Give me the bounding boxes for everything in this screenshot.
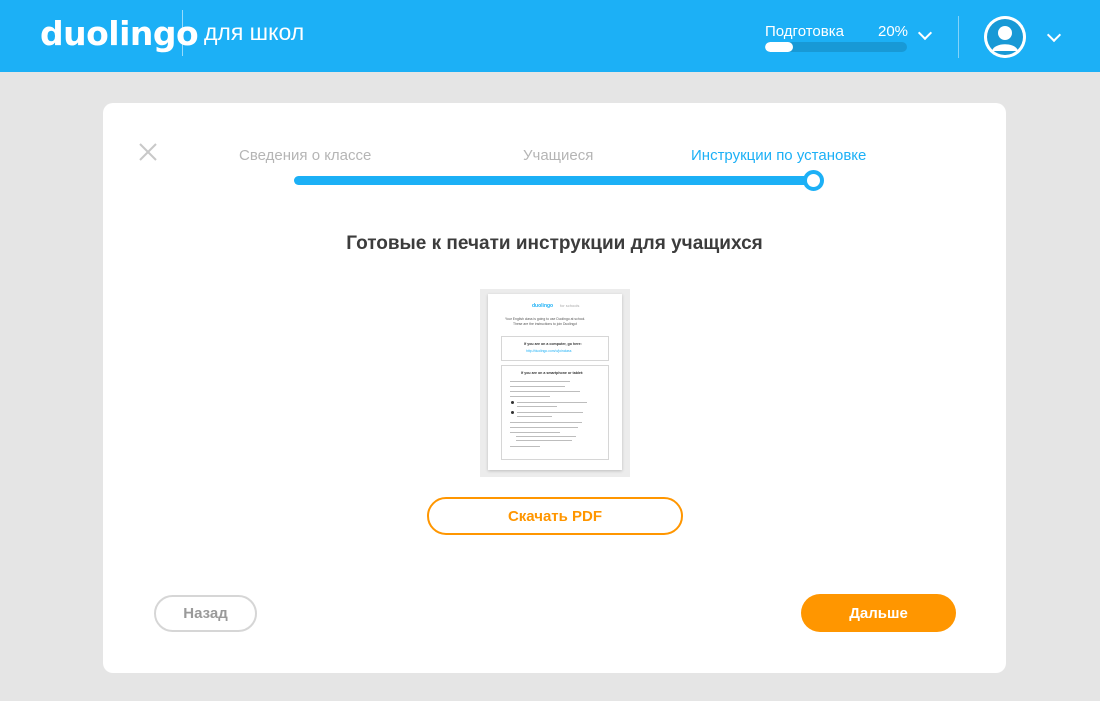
pdf-text-line bbox=[510, 381, 570, 382]
user-avatar-icon[interactable] bbox=[984, 16, 1026, 58]
pdf-logo: duolingo bbox=[532, 303, 554, 309]
pdf-intro-line: These are the instructions to join Duoli… bbox=[513, 322, 578, 326]
pdf-preview-thumbnail: duolingo for schools Your English class … bbox=[480, 289, 630, 477]
pdf-text-line bbox=[510, 386, 565, 387]
pdf-bullet bbox=[511, 401, 514, 404]
setup-progress-percent[interactable]: 20% bbox=[878, 23, 908, 40]
pdf-text-line bbox=[510, 396, 550, 397]
pdf-text-line bbox=[510, 427, 578, 428]
next-button[interactable]: Дальше bbox=[801, 594, 956, 632]
download-pdf-button[interactable]: Скачать PDF bbox=[427, 497, 683, 535]
pdf-text-line bbox=[510, 391, 580, 392]
chevron-down-icon[interactable] bbox=[917, 25, 933, 41]
setup-progress-label[interactable]: Подготовка bbox=[765, 23, 844, 40]
pdf-text-line bbox=[510, 446, 540, 447]
pdf-page: duolingo for schools Your English class … bbox=[488, 294, 622, 470]
step-progress-track bbox=[294, 176, 816, 185]
header-divider bbox=[182, 10, 183, 56]
chevron-down-icon[interactable] bbox=[1046, 27, 1062, 43]
close-icon[interactable] bbox=[137, 141, 159, 163]
pdf-text-line bbox=[516, 440, 572, 441]
pdf-text-line bbox=[517, 416, 552, 417]
pdf-computer-box: If you are on a computer, go here: http:… bbox=[501, 336, 609, 361]
step-setup-instructions: Инструкции по установке bbox=[691, 147, 867, 164]
pdf-text-line bbox=[517, 402, 587, 403]
pdf-mobile-heading: If you are on a smartphone or tablet: bbox=[521, 371, 584, 375]
back-button[interactable]: Назад bbox=[154, 595, 257, 632]
setup-wizard-card: Сведения о классе Учащиеся Инструкции по… bbox=[103, 103, 1006, 673]
pdf-text-line bbox=[517, 412, 583, 413]
pdf-text-line bbox=[517, 406, 557, 407]
setup-progress-bar[interactable] bbox=[765, 42, 907, 52]
pdf-bullet bbox=[511, 411, 514, 414]
step-students: Учащиеся bbox=[523, 147, 594, 164]
header-divider bbox=[958, 16, 959, 58]
setup-progress-fill bbox=[765, 42, 794, 52]
pdf-logo-sub: for schools bbox=[560, 303, 580, 308]
pdf-text-line bbox=[510, 422, 582, 423]
pdf-computer-url: http://duolingo.com/o/joinclass bbox=[526, 349, 572, 353]
pdf-text-line bbox=[510, 432, 560, 433]
pdf-computer-heading: If you are on a computer, go here: bbox=[524, 342, 582, 346]
step-class-info: Сведения о классе bbox=[239, 147, 372, 164]
top-header: duolingo для школ Подготовка 20% bbox=[0, 0, 1100, 72]
duolingo-logo[interactable]: duolingo bbox=[40, 14, 199, 53]
pdf-mobile-box: If you are on a smartphone or tablet: bbox=[501, 365, 609, 460]
pdf-text-line bbox=[516, 436, 576, 437]
header-subtitle: для школ bbox=[204, 19, 305, 45]
step-progress-marker bbox=[803, 170, 824, 191]
pdf-intro-line: Your English class is going to use Duoli… bbox=[505, 317, 586, 321]
page-title: Готовые к печати инструкции для учащихся bbox=[346, 233, 763, 254]
